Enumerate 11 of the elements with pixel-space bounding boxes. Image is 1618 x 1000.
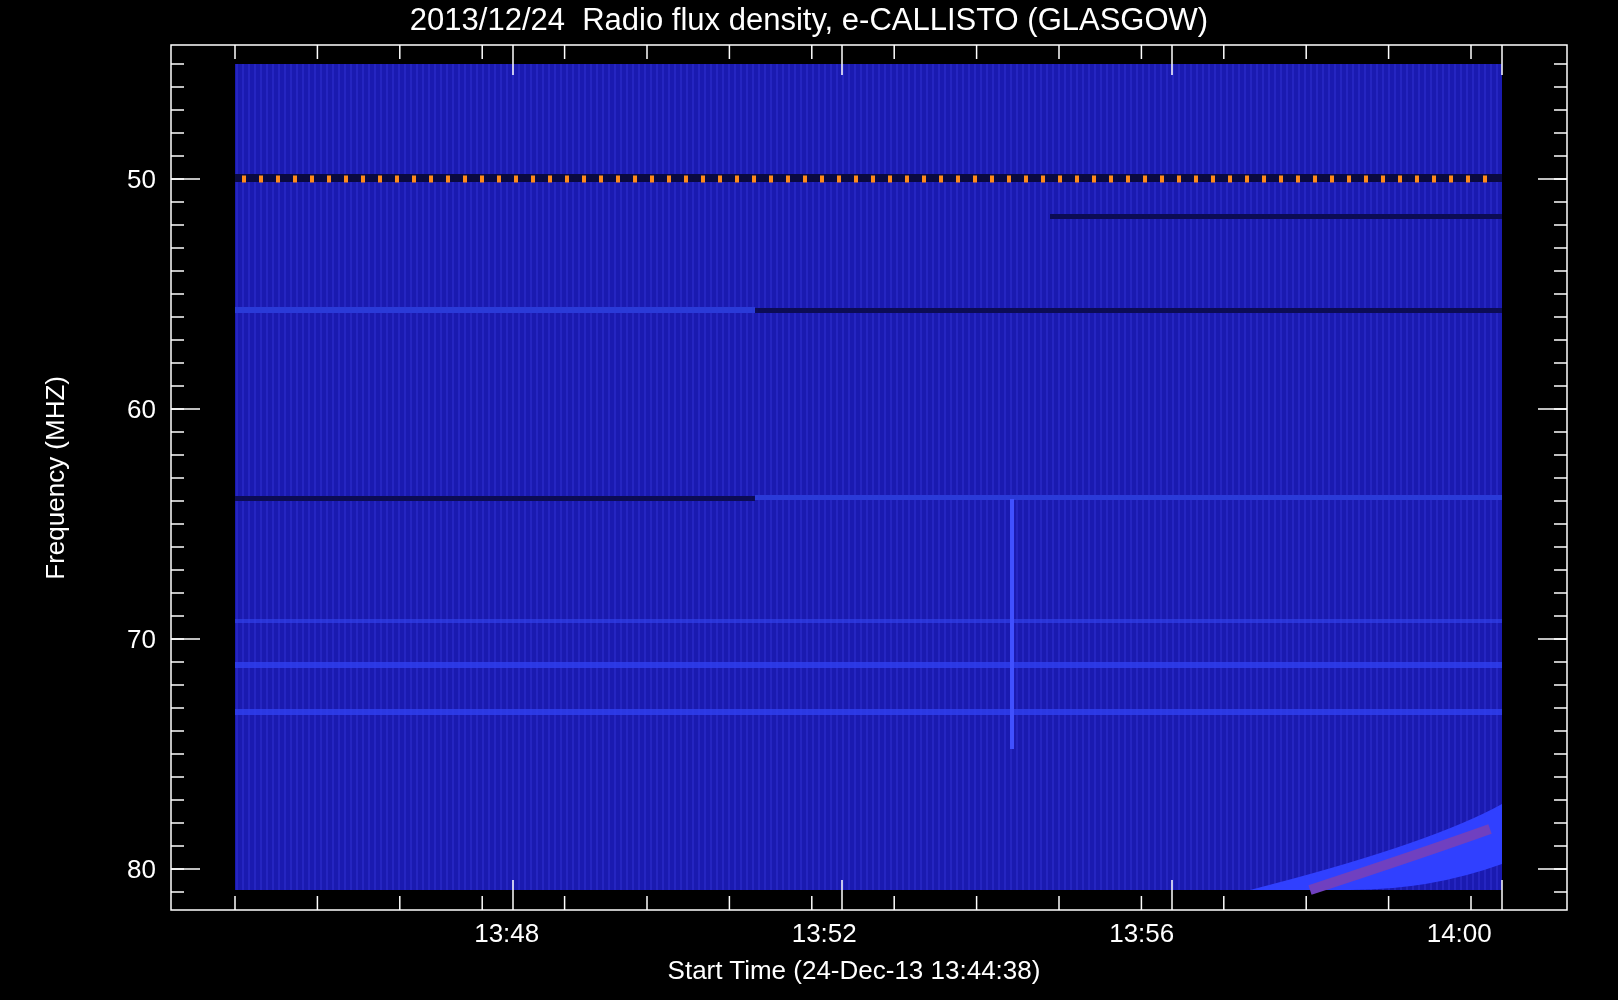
x-axis-label: Start Time (24-Dec-13 13:44:38)	[667, 955, 1041, 987]
x-tick-label: 13:52	[791, 917, 857, 949]
x-tick-label: 13:56	[1109, 917, 1175, 949]
y-axis-label: Frequency (MHZ)	[40, 375, 70, 580]
y-tick-label: 60	[127, 393, 156, 425]
y-tick-label: 70	[127, 623, 156, 655]
x-tick-label: 13:48	[474, 917, 540, 949]
chart-title: 2013/12/24 Radio flux density, e-CALLISTO (GLASGOW)	[409, 1, 1209, 39]
y-tick-label: 50	[127, 163, 156, 195]
x-tick-label: 14:00	[1426, 917, 1492, 949]
y-tick-label: 80	[127, 853, 156, 885]
